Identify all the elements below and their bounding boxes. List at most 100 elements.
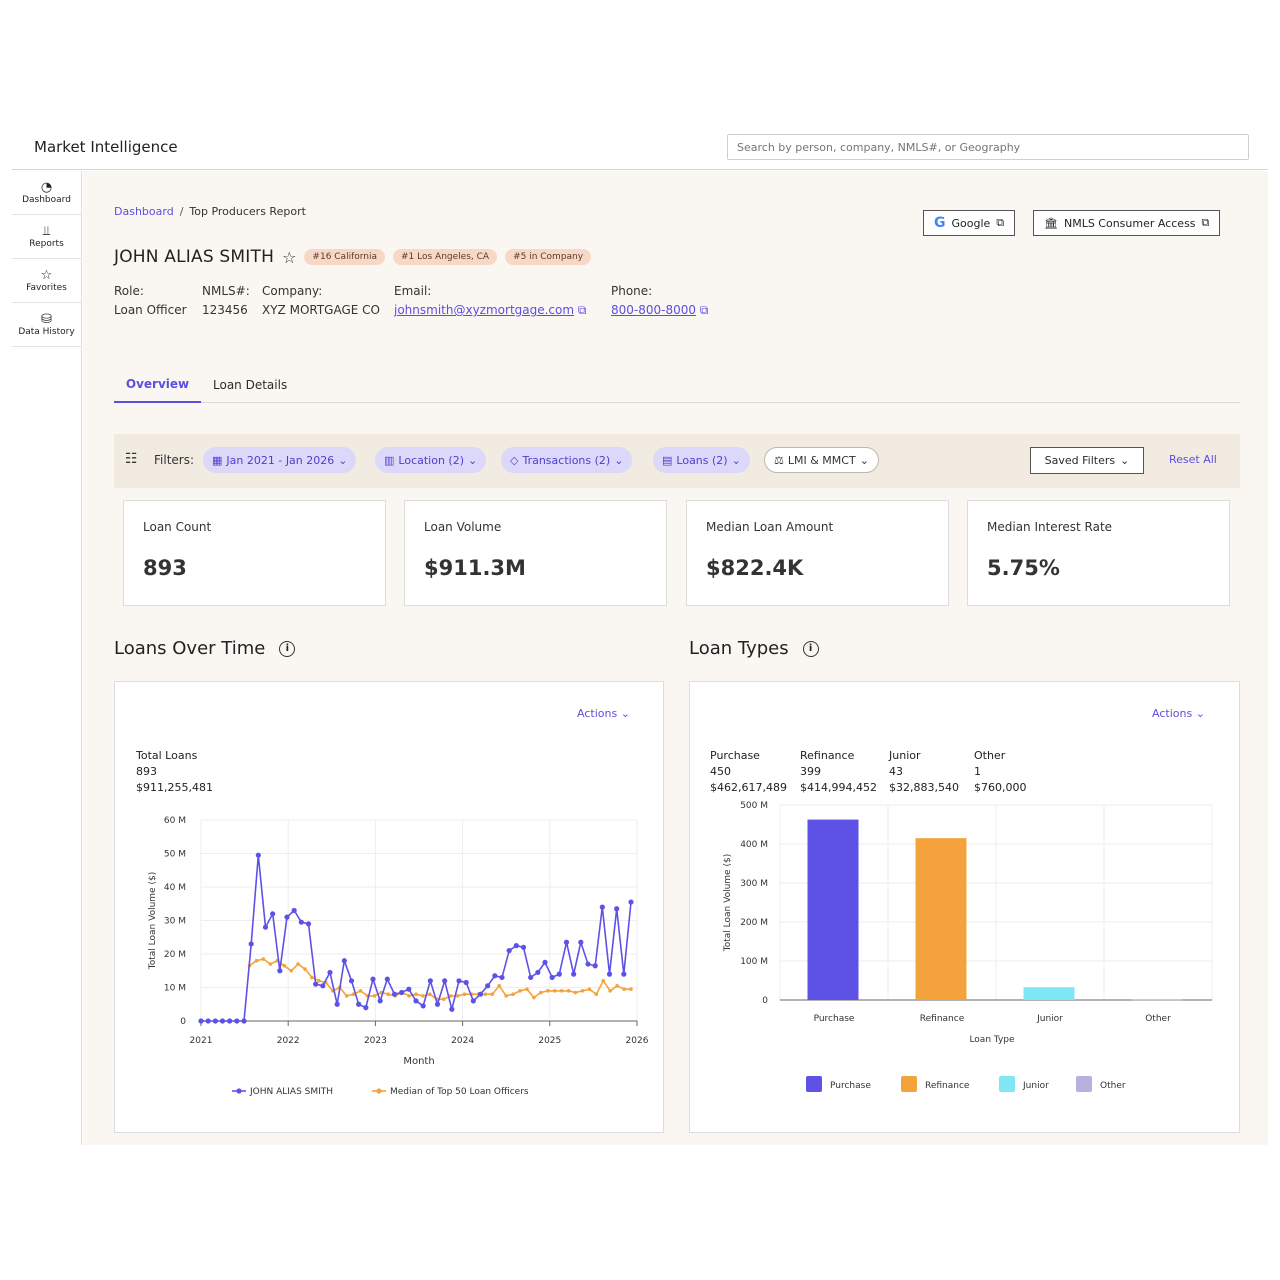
data-point <box>298 919 304 925</box>
phone-block: Phone: 800-800-8000 ⧉ <box>611 282 708 320</box>
chevron-down-icon: ⌄ <box>338 453 348 467</box>
sidebar-item-favorites[interactable]: ☆ Favorites <box>12 259 81 303</box>
data-point <box>525 987 529 991</box>
sidebar-item-label: Reports <box>29 239 64 249</box>
top-bar: Market Intelligence <box>12 128 1268 170</box>
person-name: JOHN ALIAS SMITH <box>114 247 275 267</box>
saved-filters-dropdown[interactable]: Saved Filters ⌄ <box>1030 447 1144 474</box>
data-point <box>594 992 599 996</box>
data-point <box>520 944 527 950</box>
sidebar-item-reports[interactable]: ⫫ Reports <box>12 215 81 259</box>
data-point <box>549 974 555 981</box>
data-point <box>539 990 543 995</box>
data-point <box>470 998 476 1004</box>
data-point <box>327 969 333 976</box>
sidebar-item-dashboard[interactable]: ◔ Dashboard <box>12 171 81 215</box>
search-input[interactable] <box>727 134 1249 160</box>
x-tick-label: 2021 <box>190 1036 213 1046</box>
data-point <box>573 990 578 995</box>
data-point <box>606 971 613 977</box>
data-point <box>518 989 522 993</box>
info-icon[interactable]: i <box>802 640 819 657</box>
breadcrumb-separator: / <box>179 205 184 218</box>
favorite-star-icon[interactable]: ☆ <box>282 248 296 267</box>
lmi-mmct-filter-chip[interactable]: ⚖ LMI & MMCT ⌄ <box>764 447 879 473</box>
tab-overview[interactable]: Overview <box>114 366 201 403</box>
x-tick-label: 2026 <box>626 1036 649 1046</box>
x-tick-label: 2024 <box>451 1036 474 1046</box>
data-point <box>427 978 433 984</box>
tab-loan-details[interactable]: Loan Details <box>213 366 287 403</box>
kpi-value: $822.4K <box>706 556 804 580</box>
data-point <box>282 963 287 968</box>
data-point <box>334 1001 340 1007</box>
data-point <box>255 852 261 858</box>
data-point <box>532 995 536 1000</box>
x-tick-label: Refinance <box>920 1014 965 1024</box>
bar <box>1131 999 1183 1001</box>
saved-filters-label: Saved Filters <box>1044 454 1116 467</box>
sidebar-item-data-history[interactable]: ⛁ Data History <box>12 303 81 347</box>
kpi-value: $911.3M <box>424 556 526 580</box>
chip-label: Loans (2) <box>676 453 728 467</box>
company-value: XYZ MORTGAGE CO <box>262 303 380 317</box>
data-point <box>421 994 425 998</box>
kpi-label: Median Loan Amount <box>706 520 834 534</box>
data-point <box>420 1003 426 1009</box>
nmls-label: NMLS#: <box>202 284 250 298</box>
tag-icon: ◇ <box>510 453 519 467</box>
email-link[interactable]: johnsmith@xyzmortgage.com <box>394 303 574 317</box>
company-label: Company: <box>262 284 323 298</box>
loan-types-heading: Loan Types i <box>689 638 819 659</box>
loan-types-panel: Actions ⌄ Purchase 450 $462,617,489 Refi… <box>689 681 1240 1133</box>
copy-icon[interactable]: ⧉ <box>578 303 587 317</box>
location-filter-chip[interactable]: ▥ Location (2) ⌄ <box>375 447 487 473</box>
x-axis-label: Month <box>403 1056 434 1067</box>
legend-label: Refinance <box>925 1081 970 1091</box>
data-point <box>483 992 488 996</box>
legend-swatch <box>999 1076 1015 1092</box>
loans-filter-chip[interactable]: ▤ Loans (2) ⌄ <box>653 447 750 473</box>
date-range-filter-chip[interactable]: ▦ Jan 2021 - Jan 2026 ⌄ <box>203 447 357 473</box>
data-point <box>270 911 276 917</box>
person-header: JOHN ALIAS SMITH ☆ #16 California #1 Los… <box>114 247 592 267</box>
external-link-icon: ⧉ <box>996 216 1005 229</box>
y-tick-label: 0 <box>762 996 768 1006</box>
data-point <box>506 948 512 954</box>
legend-label: Median of Top 50 Loan Officers <box>390 1087 529 1097</box>
info-icon[interactable]: i <box>279 640 296 657</box>
phone-link[interactable]: 800-800-8000 <box>611 303 696 317</box>
app-root: Market Intelligence ◔ Dashboard ⫫ Report… <box>0 0 1280 1280</box>
scale-icon: ⚖ <box>774 453 784 467</box>
data-point <box>592 963 598 969</box>
x-tick-label: 2022 <box>277 1036 300 1046</box>
data-point <box>587 987 592 991</box>
x-tick-label: Junior <box>1036 1014 1063 1024</box>
role-value: Loan Officer <box>114 303 187 317</box>
bar-chart: 0 100 M 200 M 300 M 400 M 500 M Purchase Refina… <box>723 801 1213 1092</box>
y-tick-label: 40 M <box>164 883 186 893</box>
filter-bar: ☷ Filters: ▦ Jan 2021 - Jan 2026 ⌄ ▥ Loc… <box>114 434 1240 488</box>
nmls-consumer-access-button[interactable]: 🏛 NMLS Consumer Access ⧉ <box>1033 210 1221 236</box>
data-point <box>542 959 548 965</box>
google-logo-icon: G <box>934 215 946 231</box>
data-point <box>241 1018 247 1024</box>
copy-icon[interactable]: ⧉ <box>700 303 709 317</box>
data-point <box>212 1018 218 1024</box>
bar <box>915 838 967 1000</box>
x-tick-label: 2023 <box>364 1036 387 1046</box>
transactions-filter-chip[interactable]: ◇ Transactions (2) ⌄ <box>501 447 633 473</box>
legend-marker <box>376 1088 382 1094</box>
nmls-block: NMLS#: 123456 <box>202 282 250 320</box>
data-point <box>615 984 619 988</box>
google-button[interactable]: G Google ⧉ <box>923 210 1016 236</box>
breadcrumb-dashboard-link[interactable]: Dashboard <box>114 205 174 218</box>
y-tick-label: 400 M <box>740 840 768 850</box>
data-point <box>305 921 312 927</box>
y-tick-label: 300 M <box>740 879 768 889</box>
reset-all-link[interactable]: Reset All <box>1169 453 1217 466</box>
bank-icon: 🏛 <box>1044 216 1058 230</box>
y-tick-label: 100 M <box>740 957 768 967</box>
legend-label: JOHN ALIAS SMITH <box>249 1087 333 1097</box>
data-point <box>384 976 390 982</box>
